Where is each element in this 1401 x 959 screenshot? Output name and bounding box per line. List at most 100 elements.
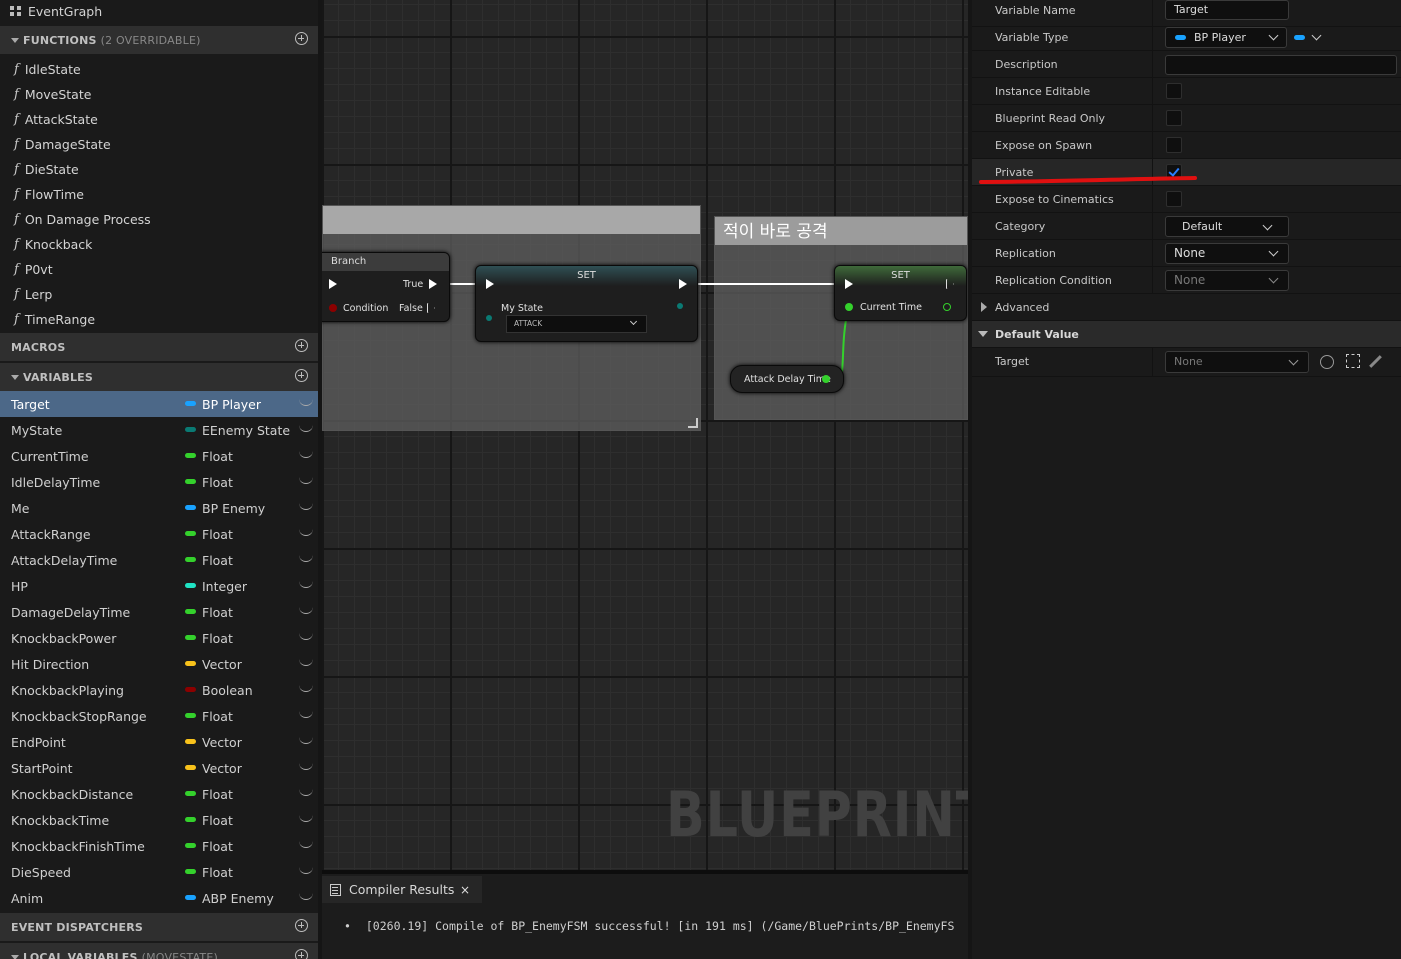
set-currenttime-node[interactable]: SET Current Time	[834, 265, 967, 321]
resize-handle-icon[interactable]	[688, 418, 698, 428]
add-variable-icon[interactable]	[295, 369, 308, 382]
description-input[interactable]	[1165, 55, 1397, 75]
visibility-eye-icon[interactable]	[299, 711, 313, 718]
exec-false-pin-icon[interactable]	[427, 303, 435, 313]
function-item[interactable]: f TimeRange	[0, 307, 318, 332]
visibility-eye-icon[interactable]	[299, 607, 313, 614]
mystate-out-pin-icon[interactable]	[677, 303, 683, 309]
default-value-section-header[interactable]: Default Value	[972, 321, 1401, 348]
expose-to-cinematics-checkbox[interactable]	[1166, 191, 1182, 207]
function-item[interactable]: f DieState	[0, 157, 318, 182]
function-item[interactable]: f FlowTime	[0, 182, 318, 207]
currenttime-out-pin-icon[interactable]	[943, 303, 951, 311]
mystate-enum-dropdown[interactable]: ATTACK	[506, 315, 647, 333]
instance-editable-checkbox[interactable]	[1166, 83, 1182, 99]
function-item[interactable]: f On Damage Process	[0, 207, 318, 232]
visibility-eye-icon[interactable]	[299, 763, 313, 770]
function-item[interactable]: f P0vt	[0, 257, 318, 282]
visibility-eye-icon[interactable]	[299, 399, 313, 406]
variable-item[interactable]: HP Integer	[0, 573, 318, 599]
event-dispatchers-section-header[interactable]: EVENT DISPATCHERS	[0, 913, 318, 941]
variable-item[interactable]: EndPoint Vector	[0, 729, 318, 755]
variable-item[interactable]: AttackRange Float	[0, 521, 318, 547]
visibility-eye-icon[interactable]	[299, 425, 313, 432]
currenttime-in-pin-icon[interactable]	[845, 303, 853, 311]
blueprint-graph-canvas[interactable]: 적이 바로 공격 Branch True Condition False SET…	[322, 0, 968, 870]
replication-condition-dropdown[interactable]: None	[1165, 270, 1289, 291]
exec-in-pin-icon[interactable]	[486, 279, 494, 289]
visibility-eye-icon[interactable]	[299, 789, 313, 796]
variable-item[interactable]: Anim ABP Enemy	[0, 885, 318, 911]
function-item[interactable]: f IdleState	[0, 57, 318, 82]
visibility-eye-icon[interactable]	[299, 503, 313, 510]
add-macro-icon[interactable]	[295, 339, 308, 352]
variable-item[interactable]: DamageDelayTime Float	[0, 599, 318, 625]
macros-section-header[interactable]: MACROS	[0, 333, 318, 361]
event-graph-item[interactable]: EventGraph	[0, 0, 318, 22]
variable-item[interactable]: KnockbackFinishTime Float	[0, 833, 318, 859]
exec-in-pin-icon[interactable]	[845, 279, 853, 289]
target-default-dropdown[interactable]: None	[1165, 351, 1309, 373]
function-item[interactable]: f Knockback	[0, 232, 318, 257]
variable-item[interactable]: CurrentTime Float	[0, 443, 318, 469]
add-function-icon[interactable]	[295, 32, 308, 45]
variable-item[interactable]: Hit Direction Vector	[0, 651, 318, 677]
functions-section-header[interactable]: FUNCTIONS (2 OVERRIDABLE)	[0, 26, 318, 54]
branch-node[interactable]: Branch True Condition False	[322, 252, 450, 322]
getter-out-pin-icon[interactable]	[822, 375, 830, 383]
variable-item[interactable]: Target BP Player	[0, 391, 318, 417]
function-item[interactable]: f Lerp	[0, 282, 318, 307]
visibility-eye-icon[interactable]	[299, 737, 313, 744]
visibility-eye-icon[interactable]	[299, 581, 313, 588]
exec-true-pin-icon[interactable]	[429, 279, 437, 289]
variable-item[interactable]: KnockbackPlaying Boolean	[0, 677, 318, 703]
visibility-eye-icon[interactable]	[299, 867, 313, 874]
visibility-eye-icon[interactable]	[299, 477, 313, 484]
container-type-dropdown[interactable]	[1293, 30, 1323, 44]
visibility-eye-icon[interactable]	[299, 633, 313, 640]
local-variables-section-header[interactable]: LOCAL VARIABLES (MOVESTATE)	[0, 943, 318, 959]
compiler-message[interactable]: • [0260.19] Compile of BP_EnemyFSM succe…	[344, 919, 954, 933]
visibility-eye-icon[interactable]	[299, 659, 313, 666]
variable-item[interactable]: KnockbackStopRange Float	[0, 703, 318, 729]
replication-dropdown[interactable]: None	[1165, 243, 1289, 264]
condition-pin-icon[interactable]	[329, 304, 337, 312]
variable-item[interactable]: KnockbackDistance Float	[0, 781, 318, 807]
variable-item[interactable]: MyState EEnemy State	[0, 417, 318, 443]
variable-type-dropdown[interactable]: BP Player	[1165, 27, 1287, 48]
close-icon[interactable]: ×	[460, 883, 470, 897]
visibility-eye-icon[interactable]	[299, 815, 313, 822]
variable-item[interactable]: DieSpeed Float	[0, 859, 318, 885]
browse-icon[interactable]	[1346, 354, 1360, 368]
advanced-row[interactable]: Advanced	[972, 294, 1401, 321]
function-item[interactable]: f MoveState	[0, 82, 318, 107]
variable-item[interactable]: Me BP Enemy	[0, 495, 318, 521]
mystate-in-pin-icon[interactable]	[486, 315, 492, 321]
compiler-results-tab[interactable]: Compiler Results ×	[322, 876, 482, 903]
add-event-dispatcher-icon[interactable]	[295, 919, 308, 932]
variable-item[interactable]: AttackDelayTime Float	[0, 547, 318, 573]
variables-section-header[interactable]: VARIABLES	[0, 363, 318, 391]
function-item[interactable]: f DamageState	[0, 132, 318, 157]
variable-item[interactable]: StartPoint Vector	[0, 755, 318, 781]
function-item[interactable]: f AttackState	[0, 107, 318, 132]
add-local-variable-icon[interactable]	[295, 949, 308, 959]
use-selected-asset-icon[interactable]	[1320, 355, 1334, 369]
variable-name-input[interactable]: Target	[1165, 0, 1289, 20]
exec-out-pin-icon[interactable]	[679, 279, 687, 289]
blueprint-read-only-checkbox[interactable]	[1166, 110, 1182, 126]
set-mystate-node[interactable]: SET My State ATTACK	[475, 265, 698, 342]
variable-item[interactable]: KnockbackPower Float	[0, 625, 318, 651]
category-dropdown[interactable]: Default	[1165, 216, 1289, 237]
exec-in-pin-icon[interactable]	[329, 279, 337, 289]
variable-item[interactable]: IdleDelayTime Float	[0, 469, 318, 495]
visibility-eye-icon[interactable]	[299, 555, 313, 562]
eyedropper-icon[interactable]	[1369, 355, 1382, 368]
visibility-eye-icon[interactable]	[299, 451, 313, 458]
visibility-eye-icon[interactable]	[299, 685, 313, 692]
expose-on-spawn-checkbox[interactable]	[1166, 137, 1182, 153]
visibility-eye-icon[interactable]	[299, 841, 313, 848]
variable-item[interactable]: KnockbackTime Float	[0, 807, 318, 833]
visibility-eye-icon[interactable]	[299, 893, 313, 900]
visibility-eye-icon[interactable]	[299, 529, 313, 536]
